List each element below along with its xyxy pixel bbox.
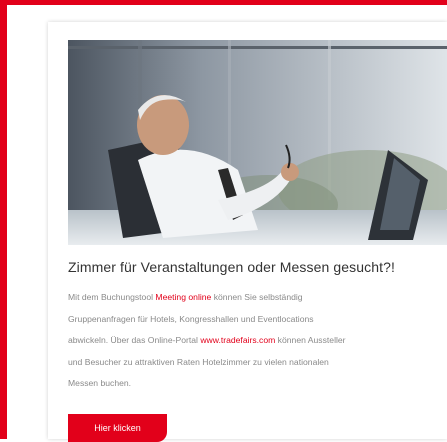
tradefairs-link[interactable]: www.tradefairs.com (200, 335, 275, 345)
body-line-2: Gruppenanfragen für Hotels, Kongresshall… (68, 313, 314, 324)
body-line-3-prefix: abwickeln. Über das Online-Portal (68, 335, 201, 345)
body-line-3-suffix: können Aussteller (275, 335, 346, 345)
body-line-4: und Besucher zu attraktiven Raten Hotelz… (68, 356, 329, 367)
teaser-card: Zimmer für Veranstaltungen oder Messen g… (48, 22, 447, 442)
top-border-accent (0, 0, 447, 5)
hero-photo-relaxed-businessman (68, 40, 447, 245)
body-line-1-suffix: können Sie selbständig (211, 292, 303, 302)
hero-image (68, 40, 447, 245)
body-line-1-prefix: Mit dem Buchungstool (68, 292, 156, 302)
body-line-3: abwickeln. Über das Online-Portal www.tr… (68, 330, 447, 352)
body-line-1: Mit dem Buchungstool Meeting online könn… (68, 287, 447, 309)
left-border-accent (0, 0, 7, 439)
cta-button[interactable]: Hier klicken (68, 414, 167, 442)
body-line-5: Messen buchen. (68, 378, 132, 388)
teaser-headline: Zimmer für Veranstaltungen oder Messen g… (68, 259, 395, 275)
meeting-online-link[interactable]: Meeting online (155, 292, 211, 302)
teaser-body: Mit dem Buchungstool Meeting online könn… (68, 287, 447, 395)
